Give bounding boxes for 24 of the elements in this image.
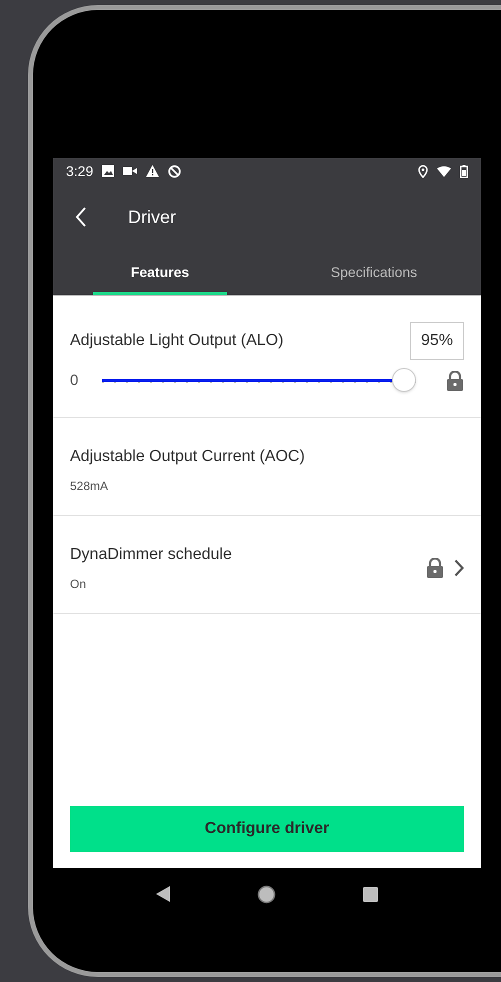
tab[interactable]: Features [53,250,267,295]
battery-icon [460,164,468,178]
back-triangle-icon[interactable] [156,886,170,902]
status-time: 3:29 [66,162,94,180]
min-label: 0 [70,371,80,391]
page-title: Driver [128,206,176,228]
feature-value: 528mA [70,478,110,494]
wifi-icon [437,166,451,176]
chevron-right-icon[interactable] [454,558,464,576]
slider-thumb[interactable] [392,368,416,392]
no-sign-icon [168,164,182,178]
value-field[interactable]: 95% [410,322,464,360]
warning-icon [146,165,160,177]
configure-driver-button[interactable]: Configure driver [70,806,464,852]
feature-title: DynaDimmer schedule [70,544,233,564]
tab[interactable]: Specifications [267,250,481,295]
video-camera-icon [123,166,138,176]
feature-value: On [70,576,88,592]
feature-title: Adjustable Light Output (ALO) [70,331,284,351]
feature-title: Adjustable Output Current (AOC) [70,446,306,466]
location-pin-icon [418,164,428,178]
recents-square-icon[interactable] [362,886,378,902]
home-circle-icon[interactable] [256,884,276,904]
image-icon [102,165,114,177]
